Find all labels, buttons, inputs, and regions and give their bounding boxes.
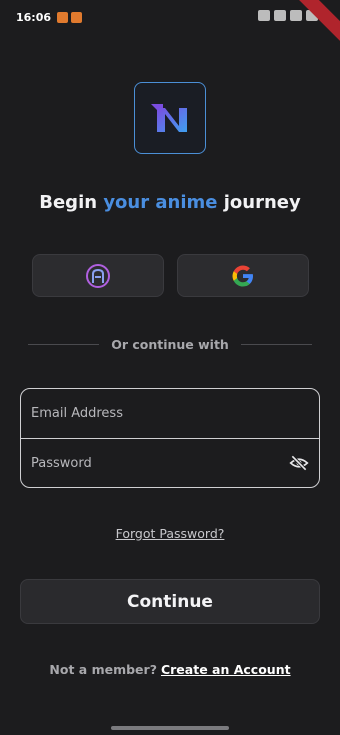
divider: Or continue with [28,336,313,352]
google-login-button[interactable] [177,254,309,297]
login-form [20,388,320,488]
alarm-icon [258,10,270,21]
github-login-button[interactable] [32,254,164,297]
page-title: Begin your anime journey [0,192,340,213]
status-time: 16:06 [16,10,52,24]
status-bar: 16:06 [0,0,340,47]
password-input[interactable] [31,455,309,471]
status-system-icons [258,10,318,21]
signup-row: Not a member? Create an Account [0,662,340,677]
divider-line [28,343,100,345]
app-notification-icon [57,11,69,23]
brand-logo-icon [151,104,187,132]
email-input[interactable] [31,406,309,421]
headline-highlight: your anime [103,192,218,213]
divider-label: Or continue with [111,336,229,352]
signup-prompt: Not a member? [49,662,157,677]
create-account-link[interactable]: Create an Account [161,662,291,677]
headline-suffix: journey [217,192,301,213]
app-logo [134,82,206,154]
eye-off-icon[interactable] [289,453,309,473]
email-field-row [21,389,319,438]
wifi-icon [274,10,286,21]
app-notification-icon [71,11,83,23]
home-indicator[interactable] [111,726,229,730]
password-field-row [21,438,319,487]
continue-button[interactable]: Continue [20,579,320,624]
forgot-password-link[interactable]: Forgot Password? [0,526,340,541]
github-icon [86,263,110,288]
headline-prefix: Begin [39,192,104,213]
divider-line [240,343,313,345]
google-icon [232,265,253,286]
signal-icon [290,10,302,21]
debug-banner [288,0,340,47]
